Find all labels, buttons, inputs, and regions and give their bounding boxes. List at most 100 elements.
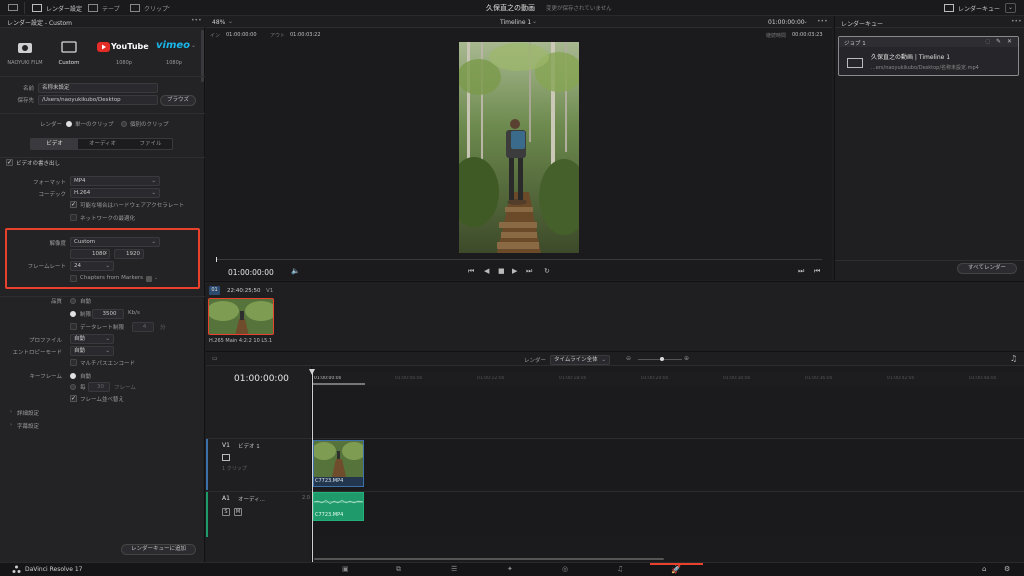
go-to-end-icon[interactable]: ⏭ (526, 267, 532, 276)
fairlight-page-icon[interactable]: ♫ (617, 565, 623, 573)
viewer-scrubber[interactable] (216, 259, 822, 260)
chevron-down-icon[interactable]: ⌄ (166, 3, 171, 10)
mute-button[interactable]: M (234, 508, 242, 516)
gear-icon[interactable]: ⚙ (1004, 565, 1010, 573)
render-job-card[interactable]: ジョブ 1 ◌ ✎ ✕ 久保直之の動画 | Timeline 1 ...ers/… (838, 36, 1019, 76)
tape-tab[interactable]: テープ (102, 4, 120, 13)
render-all-button[interactable]: すべてレンダー (957, 263, 1017, 274)
render-settings-icon[interactable] (32, 4, 42, 12)
clip-tab[interactable]: クリップ (144, 4, 168, 13)
timeline-view-icon[interactable]: ▭ (212, 355, 218, 362)
timeline-ruler[interactable]: 01:00:00:00 01:00:06:00 01:00:12:00 01:0… (313, 372, 1024, 386)
timeline-name[interactable]: Timeline 1 (500, 19, 531, 26)
more-options-icon[interactable]: ••• (1011, 18, 1022, 25)
hw-accel-checkbox[interactable]: ✓ (70, 201, 77, 208)
tab-video[interactable]: ビデオ (31, 139, 78, 149)
video-clip[interactable]: C7723.MP4 (313, 440, 364, 487)
entropy-dropdown[interactable]: 自動 ⌄ (70, 346, 114, 356)
prev-clip-icon[interactable]: ⏮ (814, 267, 820, 276)
solo-button[interactable]: S (222, 508, 230, 516)
timeline-scrollbar[interactable] (314, 558, 664, 560)
multipass-checkbox[interactable] (70, 359, 77, 366)
zoom-in-icon[interactable]: ⊕ (684, 355, 689, 362)
play-icon[interactable]: ▶ (512, 267, 517, 275)
music-note-icon[interactable]: ♫ (1010, 354, 1017, 363)
playhead-handle[interactable] (309, 369, 315, 375)
more-options-icon[interactable]: ••• (191, 17, 202, 24)
cut-page-icon[interactable]: ⧉ (396, 565, 401, 574)
subtitle-settings-toggle[interactable]: 字幕設定 (17, 422, 39, 430)
render-range-dropdown[interactable]: タイムライン全体 ⌄ (550, 355, 610, 365)
individual-clips-radio[interactable] (121, 121, 127, 127)
scrubber-playhead[interactable] (216, 257, 217, 262)
preset-vimeo[interactable]: vimeo ⌄ 1080p (154, 36, 200, 68)
keyframe-auto-radio[interactable] (70, 373, 76, 379)
save-to-field[interactable]: /Users/naoyukikubo/Desktop (38, 95, 158, 105)
loop-icon[interactable]: ↻ (544, 267, 550, 275)
tab-audio[interactable]: オーディオ (79, 139, 126, 149)
chevron-down-icon[interactable]: ⌄ (228, 18, 233, 25)
close-icon[interactable]: ✕ (1007, 38, 1012, 45)
preset-youtube[interactable]: YouTube ⌄ 1080p (96, 36, 152, 68)
zoom-slider-handle[interactable] (660, 357, 664, 361)
out-timecode[interactable]: 01:00:03:22 (290, 32, 321, 38)
tab-file[interactable]: ファイル (127, 139, 174, 149)
audio-clip[interactable]: C7723.MP4 (313, 492, 364, 521)
keyframe-every-field[interactable]: 30 (88, 382, 110, 392)
frame-reorder-checkbox[interactable]: ✓ (70, 395, 77, 402)
render-settings-tab[interactable]: レンダー設定 (46, 4, 82, 13)
media-page-icon[interactable]: ▣ (342, 565, 349, 573)
codec-dropdown[interactable]: H.264 ⌄ (70, 188, 160, 198)
name-field[interactable]: 名称未設定 (38, 83, 158, 93)
chevron-right-icon[interactable]: › (10, 409, 12, 415)
expand-chevron-icon[interactable]: ⌄ (1005, 3, 1016, 13)
fusion-page-icon[interactable]: ✦ (507, 565, 513, 573)
add-to-queue-button[interactable]: レンダーキューに追加 (121, 544, 196, 555)
keyframe-every-radio[interactable] (70, 384, 76, 390)
volume-icon[interactable]: 🔈 (291, 267, 300, 275)
preset-scrollbar[interactable] (201, 30, 204, 82)
clip-thumbnail[interactable] (208, 298, 274, 335)
zoom-out-icon[interactable]: ⊖ (626, 355, 631, 362)
chevron-right-icon[interactable]: › (10, 422, 12, 428)
edit-page-icon[interactable]: ☰ (451, 565, 457, 573)
step-back-icon[interactable]: ◀ (484, 267, 489, 275)
stop-icon[interactable]: ■ (498, 267, 505, 275)
chevron-down-icon[interactable]: ⌄ (191, 42, 196, 49)
chevron-down-icon[interactable]: ⌄ (803, 18, 808, 25)
color-page-icon[interactable]: ◎ (562, 565, 568, 573)
v1-track-header[interactable]: V1 ビデオ 1 1 クリップ (206, 438, 312, 490)
deliver-page-icon[interactable]: 🚀 (671, 565, 681, 574)
video-monitor-icon[interactable] (222, 454, 230, 461)
job-status-icon[interactable]: ◌ (985, 38, 990, 45)
monitor-icon[interactable] (8, 4, 18, 12)
clip-icon[interactable] (130, 4, 140, 12)
network-opt-checkbox[interactable] (70, 214, 77, 221)
quality-limit-field[interactable]: 3500 (92, 309, 124, 319)
edit-icon[interactable]: ✎ (996, 38, 1001, 45)
datarate-limit-checkbox[interactable] (70, 323, 77, 330)
a1-track-header[interactable]: A1 オーディ... 2.0 S M (206, 491, 312, 537)
quality-limit-radio[interactable] (70, 311, 76, 317)
home-icon[interactable]: ⌂ (982, 565, 986, 573)
tape-icon[interactable] (88, 4, 98, 12)
preset-custom[interactable]: Custom (50, 36, 88, 68)
in-timecode[interactable]: 01:00:00:00 (226, 32, 257, 38)
export-video-checkbox[interactable]: ✓ (6, 159, 13, 166)
render-queue-icon[interactable] (944, 4, 954, 12)
preset-naoyuki-film[interactable]: NAOYUKI FILM (6, 36, 44, 68)
render-queue-tab[interactable]: レンダーキュー (958, 4, 1000, 13)
quality-auto-radio[interactable] (70, 298, 76, 304)
format-dropdown[interactable]: MP4 ⌄ (70, 176, 160, 186)
timeline-playhead[interactable] (312, 373, 313, 563)
next-clip-icon[interactable]: ⏭ (798, 267, 804, 276)
datarate-field[interactable]: 4 (132, 322, 154, 332)
browse-button[interactable]: ブラウズ (160, 95, 196, 106)
profile-dropdown[interactable]: 自動 ⌄ (70, 334, 114, 344)
chevron-down-icon[interactable]: ⌄ (145, 42, 150, 49)
zoom-level[interactable]: 48% (212, 19, 225, 26)
chevron-down-icon[interactable]: ⌄ (532, 18, 537, 25)
single-clip-radio[interactable] (66, 121, 72, 127)
go-to-start-icon[interactable]: ⏮ (468, 267, 474, 276)
advanced-settings-toggle[interactable]: 詳細設定 (17, 409, 39, 417)
